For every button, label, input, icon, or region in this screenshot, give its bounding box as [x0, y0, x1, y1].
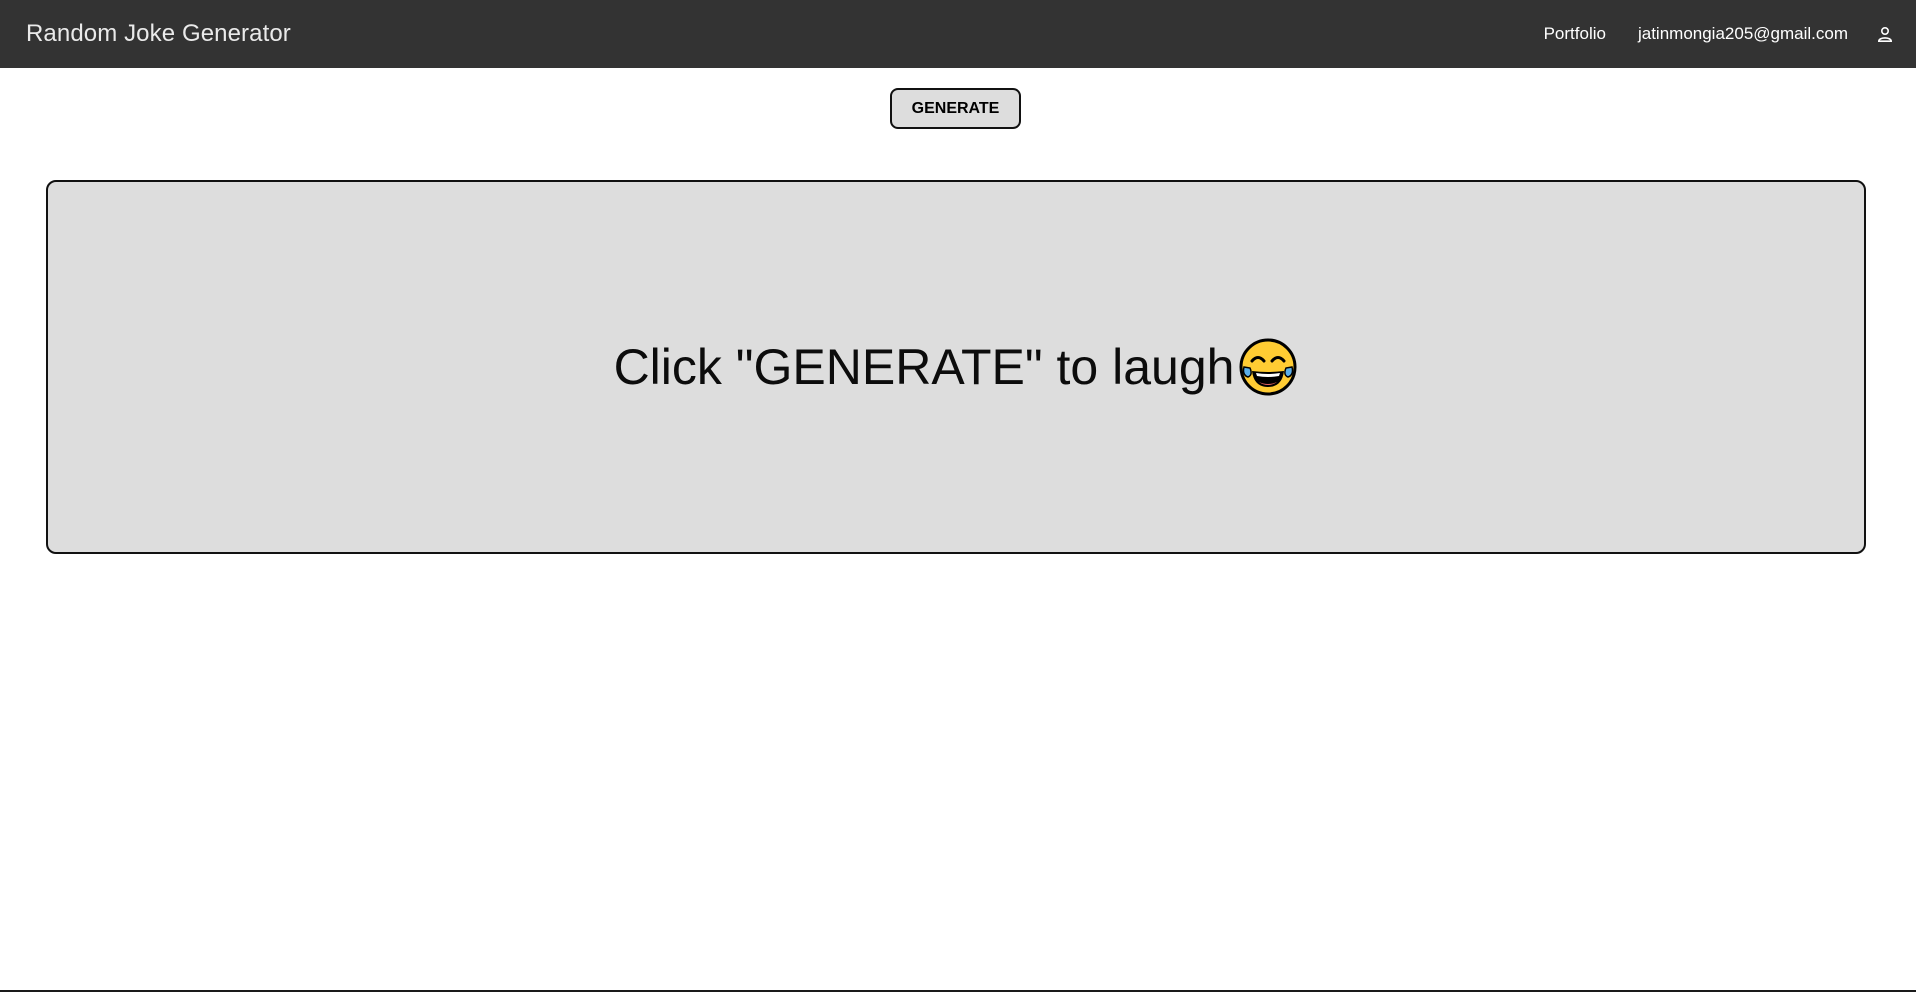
navbar-links: Portfolio jatinmongia205@gmail.com: [1544, 0, 1893, 68]
generate-button[interactable]: GENERATE: [890, 88, 1021, 129]
face-with-tears-of-joy-icon: [1238, 337, 1298, 397]
email-link[interactable]: jatinmongia205@gmail.com: [1638, 24, 1848, 44]
app-title[interactable]: Random Joke Generator: [26, 20, 291, 48]
joke-card: Click "GENERATE" to laugh: [46, 180, 1866, 554]
navbar: Random Joke Generator Portfolio jatinmon…: [0, 0, 1916, 68]
portfolio-link[interactable]: Portfolio: [1544, 24, 1606, 44]
joke-text: Click "GENERATE" to laugh: [613, 339, 1235, 395]
user-icon[interactable]: [1876, 25, 1894, 43]
joke-display: Click "GENERATE" to laugh: [614, 337, 1299, 397]
